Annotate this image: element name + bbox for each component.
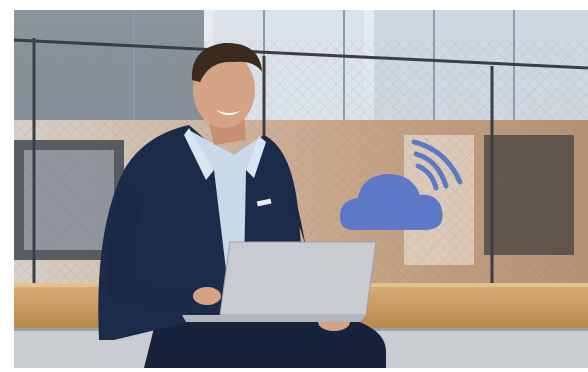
typing-hand	[193, 287, 221, 305]
hero-photo	[14, 10, 588, 368]
photo-scene	[14, 10, 588, 368]
laptop-base	[182, 315, 366, 322]
laptop-lid	[219, 241, 377, 316]
